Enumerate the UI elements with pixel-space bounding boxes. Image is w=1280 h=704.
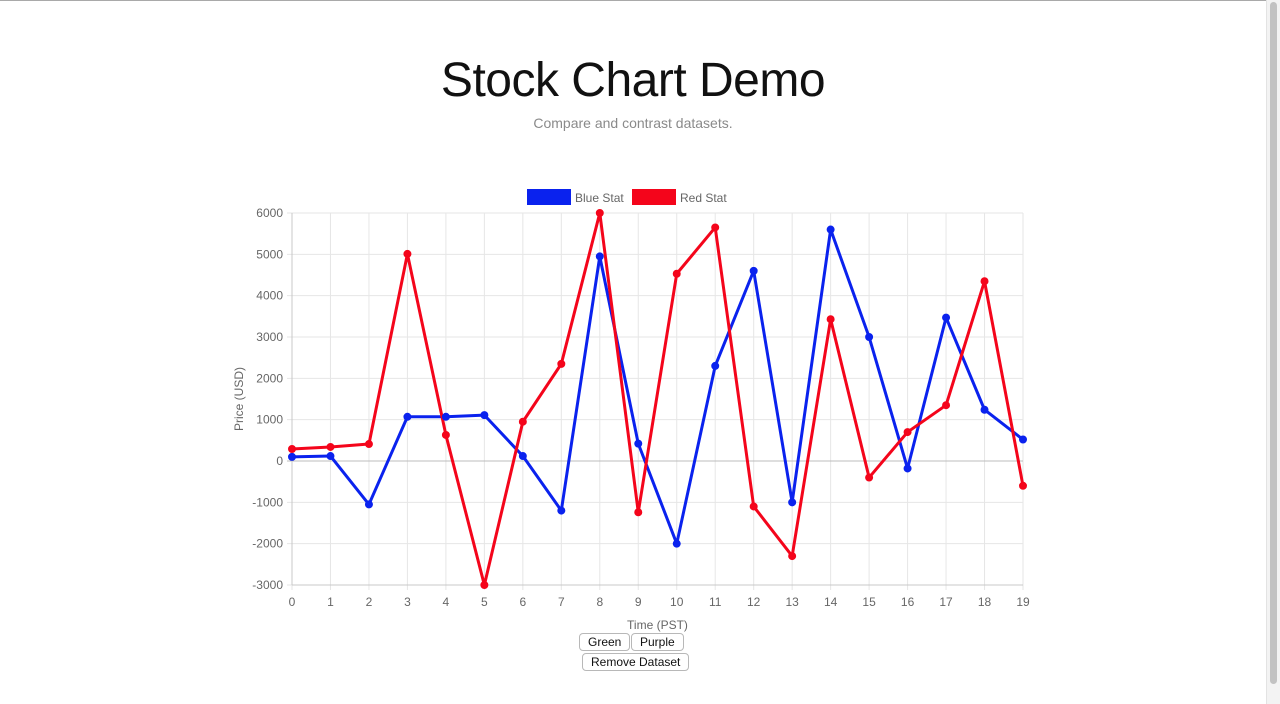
data-point-red <box>980 277 989 286</box>
data-point-blue <box>865 333 874 341</box>
x-tick-label: 3 <box>404 595 411 609</box>
y-tick-label: 2000 <box>256 371 283 385</box>
x-tick-label: 8 <box>596 595 603 609</box>
data-point-red <box>788 552 797 561</box>
x-tick-label: 6 <box>519 595 526 609</box>
data-point-red <box>441 430 450 439</box>
y-tick-label: 1000 <box>256 413 283 427</box>
data-point-blue <box>980 405 989 414</box>
data-point-red <box>903 428 912 437</box>
legend-swatch-red <box>632 189 676 205</box>
y-tick-label: 6000 <box>256 206 283 220</box>
x-tick-label: 12 <box>747 595 761 609</box>
data-point-red <box>480 581 489 589</box>
y-axis-title: Price (USD) <box>232 367 246 431</box>
data-point-blue <box>711 361 720 370</box>
data-point-red <box>326 442 335 451</box>
x-tick-label: 11 <box>709 595 722 609</box>
data-point-blue <box>595 252 604 261</box>
x-tick-label: 14 <box>824 595 838 609</box>
y-tick-label: -3000 <box>252 578 283 592</box>
data-point-blue <box>1019 435 1027 444</box>
y-tick-label: 0 <box>276 454 283 468</box>
scrollbar-thumb[interactable] <box>1270 2 1277 684</box>
x-tick-label: 13 <box>785 595 799 609</box>
x-tick-label: 17 <box>939 595 953 609</box>
y-tick-label: 3000 <box>256 330 283 344</box>
data-point-blue <box>634 439 643 448</box>
data-point-blue <box>441 412 450 421</box>
x-tick-label: 18 <box>978 595 992 609</box>
data-point-red <box>595 209 604 217</box>
data-point-blue <box>788 498 797 507</box>
data-point-blue <box>672 539 681 548</box>
legend-label: Blue Stat <box>575 191 624 205</box>
data-point-blue <box>288 452 296 461</box>
x-tick-label: 5 <box>481 595 488 609</box>
x-tick-label: 10 <box>670 595 684 609</box>
data-point-red <box>518 417 527 426</box>
data-point-blue <box>557 506 566 515</box>
y-tick-label: -1000 <box>252 495 283 509</box>
remove-dataset-button[interactable]: Remove Dataset <box>582 653 690 671</box>
x-tick-label: 15 <box>862 595 876 609</box>
x-tick-label: 9 <box>635 595 642 609</box>
data-point-red <box>711 223 720 232</box>
data-point-red <box>826 315 835 324</box>
green-button[interactable]: Green <box>579 633 631 651</box>
data-point-red <box>557 359 566 368</box>
y-tick-label: -2000 <box>252 537 283 551</box>
vertical-scrollbar[interactable] <box>1266 0 1280 704</box>
x-tick-label: 2 <box>366 595 373 609</box>
x-tick-label: 16 <box>901 595 915 609</box>
data-point-red <box>942 401 951 410</box>
purple-button[interactable]: Purple <box>631 633 684 651</box>
stock-line-chart: 6000 5000 4000 3000 2000 1000 0 -1000 -2000 -3000… <box>232 189 1030 632</box>
data-point-blue <box>749 266 758 275</box>
x-tick-label: 1 <box>327 595 334 609</box>
series-line-red-stat <box>291 211 1025 587</box>
x-axis-title: Time (PST) <box>627 618 688 632</box>
data-point-blue <box>326 452 335 461</box>
data-point-red <box>749 502 758 511</box>
data-point-red <box>865 473 874 482</box>
data-point-blue <box>903 464 912 473</box>
data-point-red <box>403 249 412 258</box>
page: Stock Chart Demo Compare and contrast da… <box>0 0 1266 704</box>
data-point-red <box>1019 481 1027 490</box>
legend-label: Red Stat <box>680 191 727 205</box>
y-tick-label: 5000 <box>256 247 283 261</box>
data-point-red <box>672 269 681 278</box>
legend-swatch-blue <box>527 189 571 205</box>
data-point-blue <box>518 452 527 461</box>
data-point-red <box>634 508 643 517</box>
data-point-blue <box>403 412 412 421</box>
data-point-blue <box>942 313 951 322</box>
data-point-red <box>364 440 373 449</box>
data-point-blue <box>826 225 835 234</box>
x-tick-label: 19 <box>1016 595 1030 609</box>
data-point-red <box>288 445 296 454</box>
data-point-blue <box>364 500 373 509</box>
x-tick-label: 0 <box>289 595 296 609</box>
x-tick-label: 7 <box>558 595 565 609</box>
data-point-blue <box>480 411 489 420</box>
x-tick-label: 4 <box>443 595 450 609</box>
y-tick-label: 4000 <box>256 289 283 303</box>
